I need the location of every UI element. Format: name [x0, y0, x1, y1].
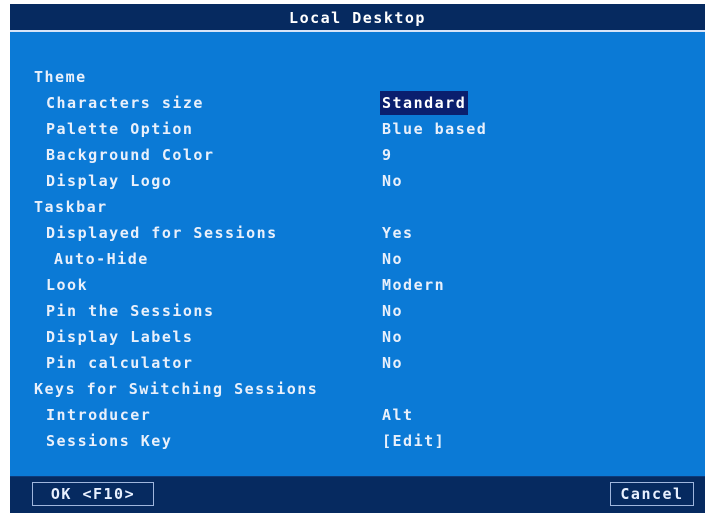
- dialog-footer: OK <F10> Cancel: [10, 476, 705, 513]
- setting-auto-hide[interactable]: Auto-Hide No: [10, 246, 705, 272]
- display-logo-label: Display Logo: [46, 172, 173, 190]
- display-labels-value[interactable]: No: [382, 324, 403, 350]
- setting-background-color[interactable]: Background Color 9: [10, 142, 705, 168]
- pin-sessions-value[interactable]: No: [382, 298, 403, 324]
- displayed-for-sessions-label: Displayed for Sessions: [46, 224, 278, 242]
- auto-hide-value[interactable]: No: [382, 246, 403, 272]
- local-desktop-dialog: Local Desktop Theme Characters size Stan…: [10, 4, 705, 513]
- section-theme-label: Theme: [34, 68, 87, 86]
- background-color-label: Background Color: [46, 146, 215, 164]
- pin-sessions-label: Pin the Sessions: [46, 302, 215, 320]
- characters-size-value[interactable]: Standard: [380, 91, 469, 115]
- palette-option-label: Palette Option: [46, 120, 194, 138]
- palette-option-value[interactable]: Blue based: [382, 116, 487, 142]
- introducer-value[interactable]: Alt: [382, 402, 414, 428]
- setting-display-logo[interactable]: Display Logo No: [10, 168, 705, 194]
- setting-look[interactable]: Look Modern: [10, 272, 705, 298]
- pin-calculator-label: Pin calculator: [46, 354, 194, 372]
- setting-display-labels[interactable]: Display Labels No: [10, 324, 705, 350]
- setting-pin-calculator[interactable]: Pin calculator No: [10, 350, 705, 376]
- characters-size-label: Characters size: [46, 94, 204, 112]
- section-taskbar-label: Taskbar: [34, 198, 108, 216]
- sessions-key-edit-button[interactable]: [Edit]: [382, 428, 445, 454]
- background-color-value[interactable]: 9: [382, 142, 393, 168]
- setting-characters-size[interactable]: Characters size Standard: [10, 90, 705, 116]
- look-label: Look: [46, 276, 89, 294]
- setting-palette-option[interactable]: Palette Option Blue based: [10, 116, 705, 142]
- display-labels-label: Display Labels: [46, 328, 194, 346]
- look-value[interactable]: Modern: [382, 272, 445, 298]
- cancel-button[interactable]: Cancel: [610, 482, 694, 506]
- introducer-label: Introducer: [46, 406, 152, 424]
- setting-sessions-key[interactable]: Sessions Key [Edit]: [10, 428, 705, 454]
- auto-hide-label: Auto-Hide: [54, 250, 149, 268]
- section-keys-switching-label: Keys for Switching Sessions: [34, 380, 319, 398]
- setting-introducer[interactable]: Introducer Alt: [10, 402, 705, 428]
- setting-displayed-for-sessions[interactable]: Displayed for Sessions Yes: [10, 220, 705, 246]
- section-theme: Theme: [10, 64, 705, 90]
- ok-button[interactable]: OK <F10>: [32, 482, 154, 506]
- dialog-title: Local Desktop: [10, 4, 705, 32]
- displayed-for-sessions-value[interactable]: Yes: [382, 220, 414, 246]
- pin-calculator-value[interactable]: No: [382, 350, 403, 376]
- sessions-key-label: Sessions Key: [46, 432, 173, 450]
- section-taskbar: Taskbar: [10, 194, 705, 220]
- display-logo-value[interactable]: No: [382, 168, 403, 194]
- section-keys-switching: Keys for Switching Sessions: [10, 376, 705, 402]
- setting-pin-sessions[interactable]: Pin the Sessions No: [10, 298, 705, 324]
